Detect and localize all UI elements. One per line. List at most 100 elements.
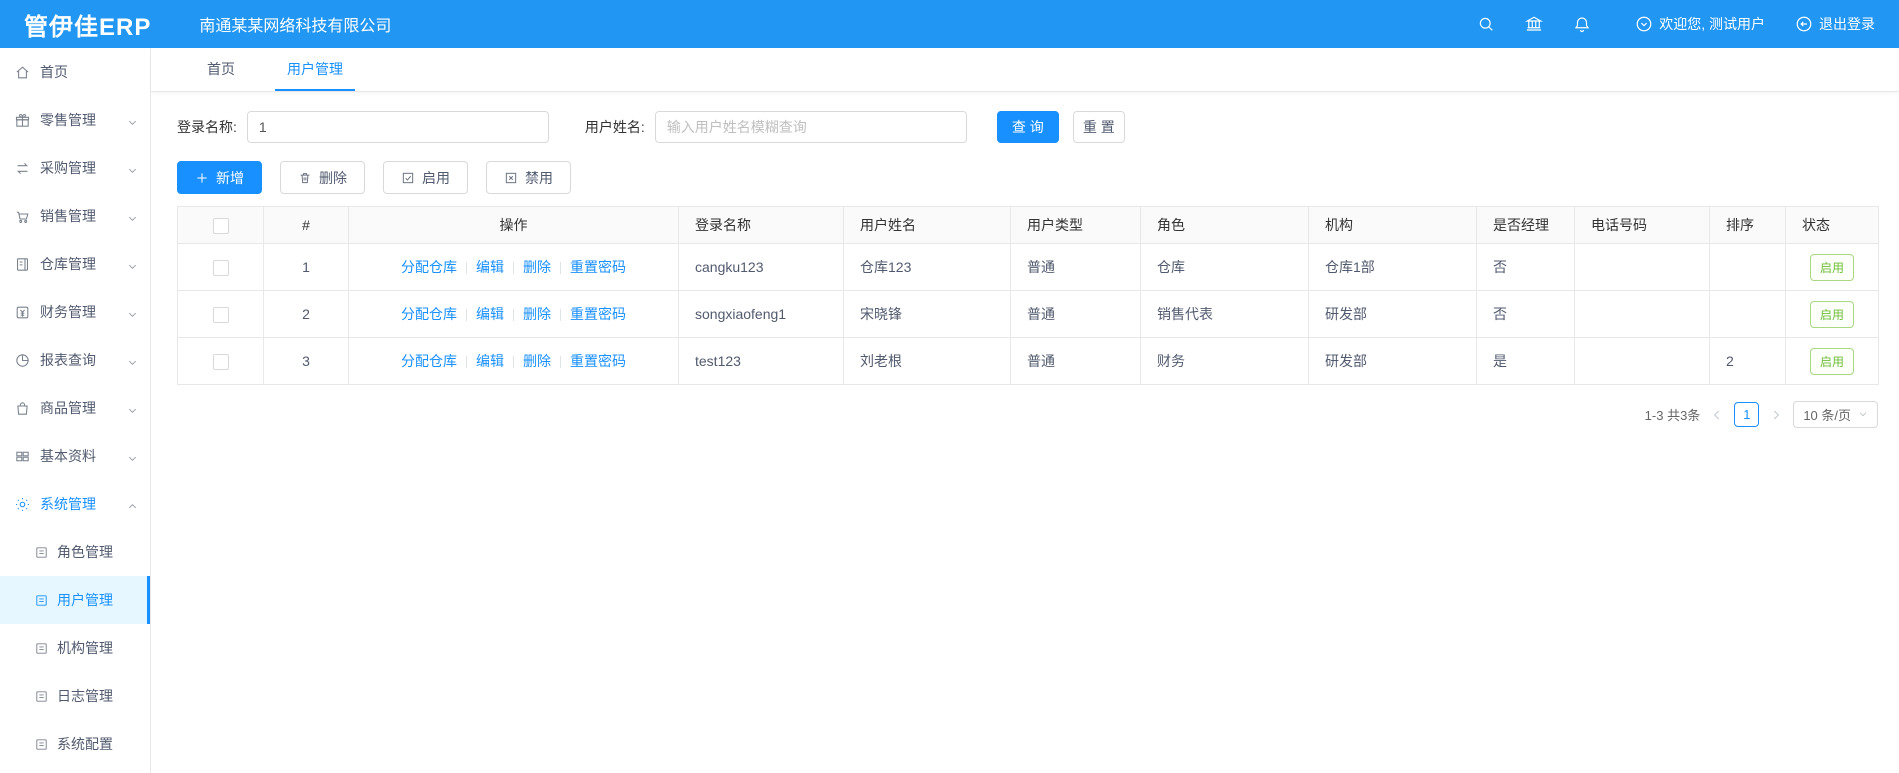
assign-warehouse-link[interactable]: 分配仓库 <box>401 306 457 322</box>
page-number[interactable]: 1 <box>1734 402 1760 427</box>
table-row: 1 分配仓库 编辑 删除 重置密码 cangku123 仓库123 普通 仓库 仓库1… <box>177 243 1879 291</box>
delete-link[interactable]: 删除 <box>523 353 551 369</box>
chevron-up-icon <box>127 499 138 510</box>
reset-button[interactable]: 重 置 <box>1072 111 1125 143</box>
cell-role: 销售代表 <box>1140 290 1309 338</box>
sidebar-subitem-system-config[interactable]: 系统配置 <box>0 720 150 768</box>
edit-link[interactable]: 编辑 <box>476 353 504 369</box>
bank-icon[interactable] <box>1525 15 1544 33</box>
status-badge[interactable]: 启用 <box>1809 347 1854 375</box>
sidebar-subitem-users[interactable]: 用户管理 <box>0 576 150 624</box>
chevron-down-icon <box>127 307 138 318</box>
cell-phone <box>1574 337 1710 385</box>
cell-manager: 否 <box>1476 290 1575 338</box>
sidebar-item-products[interactable]: 商品管理 <box>0 384 150 432</box>
cell-sort: 2 <box>1709 337 1786 385</box>
chevron-down-icon <box>127 259 138 270</box>
plus-icon <box>195 171 209 185</box>
sidebar-subitem-organizations[interactable]: 机构管理 <box>0 624 150 672</box>
sidebar-subitem-label: 用户管理 <box>57 592 113 608</box>
user-name-label: 用户姓名: <box>584 119 645 135</box>
logout-button[interactable]: 退出登录 <box>1795 14 1875 34</box>
toolbar: 新增 删除 启用 禁用 <box>177 161 1899 194</box>
row-checkbox[interactable] <box>212 306 229 323</box>
check-square-icon <box>401 171 415 185</box>
user-menu[interactable]: 欢迎您, 测试用户 <box>1635 14 1765 34</box>
sidebar-item-home[interactable]: 首页 <box>0 48 150 96</box>
search-button[interactable]: 查 询 <box>996 111 1059 143</box>
sidebar-item-warehouse[interactable]: 仓库管理 <box>0 240 150 288</box>
sidebar-item-finance[interactable]: 财务管理 <box>0 288 150 336</box>
assign-warehouse-link[interactable]: 分配仓库 <box>401 353 457 369</box>
app-header: 管伊佳ERP 南通某某网络科技有限公司 欢迎您, 测试用户 退出登录 <box>0 0 1899 48</box>
sidebar-item-retail[interactable]: 零售管理 <box>0 96 150 144</box>
assign-warehouse-link[interactable]: 分配仓库 <box>401 259 457 275</box>
divider <box>466 356 467 369</box>
login-name-label: 登录名称: <box>177 119 237 135</box>
sidebar-item-label: 报表查询 <box>40 352 96 368</box>
sidebar-item-purchase[interactable]: 采购管理 <box>0 144 150 192</box>
delete-button[interactable]: 删除 <box>280 161 365 194</box>
add-button-label: 新增 <box>216 169 244 186</box>
tab-home[interactable]: 首页 <box>195 48 247 91</box>
tab-user-management[interactable]: 用户管理 <box>275 48 355 91</box>
sidebar-item-label: 销售管理 <box>40 208 96 224</box>
cell-name: 宋晓锋 <box>843 290 1011 338</box>
logout-label: 退出登录 <box>1819 16 1875 32</box>
sidebar-item-label: 首页 <box>40 64 68 80</box>
delete-link[interactable]: 删除 <box>523 306 551 322</box>
disable-button[interactable]: 禁用 <box>486 161 571 194</box>
app-logo: 管伊佳ERP <box>24 13 152 41</box>
sidebar-item-label: 仓库管理 <box>40 256 96 272</box>
sidebar-item-reports[interactable]: 报表查询 <box>0 336 150 384</box>
search-icon[interactable] <box>1477 15 1495 33</box>
status-badge[interactable]: 启用 <box>1809 300 1854 328</box>
sidebar-item-system[interactable]: 系统管理 <box>0 480 150 528</box>
pagination: 1-3 共3条 1 10 条/页 <box>177 401 1878 428</box>
sidebar-subitem-roles[interactable]: 角色管理 <box>0 528 150 576</box>
prev-page-icon[interactable] <box>1710 408 1724 422</box>
sidebar-item-sales[interactable]: 销售管理 <box>0 192 150 240</box>
sidebar-item-label: 基本资料 <box>40 448 96 464</box>
reset-password-link[interactable]: 重置密码 <box>570 353 626 369</box>
trash-icon <box>298 171 312 185</box>
sidebar-subitem-logs[interactable]: 日志管理 <box>0 672 150 720</box>
enable-button[interactable]: 启用 <box>383 161 468 194</box>
cell-login: cangku123 <box>678 243 844 291</box>
chevron-down-icon <box>127 211 138 222</box>
divider <box>560 262 561 275</box>
reset-password-link[interactable]: 重置密码 <box>570 259 626 275</box>
sidebar-item-basic-data[interactable]: 基本资料 <box>0 432 150 480</box>
cart-icon <box>14 208 31 225</box>
chevron-down-icon <box>127 355 138 366</box>
cell-sort <box>1709 290 1786 338</box>
table-row: 2 分配仓库 编辑 删除 重置密码 songxiaofeng1 宋晓锋 普通 销售代表… <box>177 290 1879 338</box>
column-operations: 操作 <box>348 206 679 244</box>
document-icon <box>34 593 49 608</box>
row-checkbox[interactable] <box>212 353 229 370</box>
login-name-input[interactable] <box>246 111 549 143</box>
next-page-icon[interactable] <box>1769 408 1783 422</box>
cell-login: test123 <box>678 337 844 385</box>
row-checkbox[interactable] <box>212 259 229 276</box>
cell-phone <box>1574 290 1710 338</box>
user-name-input[interactable] <box>654 111 967 143</box>
status-badge[interactable]: 启用 <box>1809 253 1854 281</box>
delete-link[interactable]: 删除 <box>523 259 551 275</box>
reset-password-link[interactable]: 重置密码 <box>570 306 626 322</box>
select-all-checkbox[interactable] <box>212 217 229 234</box>
divider <box>560 356 561 369</box>
bell-icon[interactable] <box>1573 15 1591 33</box>
page-size-select[interactable]: 10 条/页 <box>1793 401 1878 428</box>
sidebar-item-label: 采购管理 <box>40 160 96 176</box>
column-status: 状态 <box>1785 206 1879 244</box>
sidebar-item-label: 零售管理 <box>40 112 96 128</box>
logout-icon <box>1795 15 1813 33</box>
chevron-down-icon <box>127 403 138 414</box>
add-button[interactable]: 新增 <box>177 161 262 194</box>
edit-link[interactable]: 编辑 <box>476 259 504 275</box>
edit-link[interactable]: 编辑 <box>476 306 504 322</box>
ledger-icon <box>14 256 31 273</box>
cell-org: 研发部 <box>1308 290 1477 338</box>
cell-manager: 是 <box>1476 337 1575 385</box>
